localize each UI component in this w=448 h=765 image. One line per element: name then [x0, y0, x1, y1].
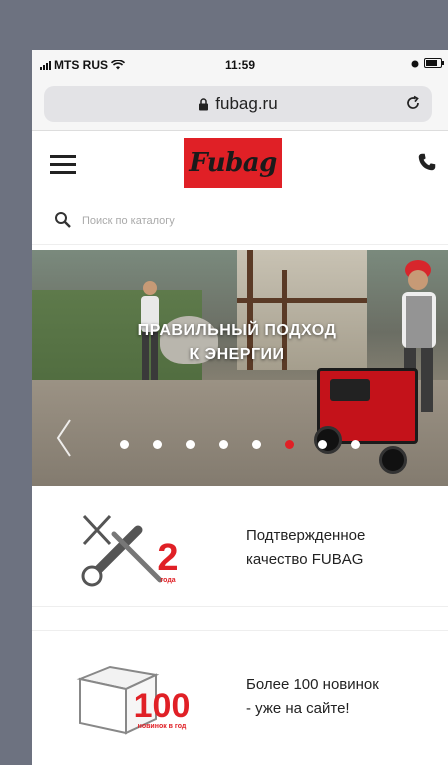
fubag-logo[interactable]: Fubag	[184, 138, 282, 188]
carousel-dot[interactable]	[351, 440, 360, 449]
carousel-dot[interactable]	[252, 440, 261, 449]
lock-rotation-icon	[411, 60, 419, 67]
carousel-dot[interactable]	[120, 440, 129, 449]
carousel-dot[interactable]	[153, 440, 162, 449]
banner-title-line2: К ЭНЕРГИИ	[189, 346, 285, 363]
badge-caption: новинок в год	[138, 723, 187, 730]
carousel-dot[interactable]	[186, 440, 195, 449]
feature-text-line1: Подтвержденное	[246, 527, 366, 544]
search-icon	[55, 212, 71, 228]
feature-new-products[interactable]: 100 новинок в год Более 100 новинок - уж…	[32, 630, 448, 751]
phone-icon[interactable]	[416, 151, 438, 173]
url-domain: fubag.ru	[215, 94, 278, 113]
catalog-search	[32, 198, 448, 245]
feature-text-line1: Более 100 новинок	[246, 676, 379, 693]
lock-icon	[199, 97, 209, 110]
generator-wheel	[379, 446, 407, 474]
browser-url-area: fubag.ru	[32, 78, 448, 131]
carousel-dots	[120, 440, 360, 449]
status-time: 11:59	[224, 58, 256, 72]
banner-title-line1: ПРАВИЛЬНЫЙ ПОДХОД	[137, 322, 337, 339]
feature-quality[interactable]: 2 года Подтвержденное качество FUBAG	[32, 486, 448, 607]
chevron-left-icon[interactable]	[54, 418, 74, 458]
site-header: Fubag	[32, 131, 448, 195]
status-bar: MTS RUS 11:59	[32, 50, 448, 78]
box-new-products-icon: 100 новинок в год	[76, 665, 191, 735]
badge-number: 2	[157, 537, 178, 579]
tools-warranty-icon: 2 года	[81, 514, 179, 587]
phone-screen: MTS RUS 11:59 fubag.ru Fubag Поиск по ка…	[32, 50, 448, 765]
feature-text-line2: качество FUBAG	[246, 551, 364, 568]
carousel-dot[interactable]	[318, 440, 327, 449]
battery-group	[411, 58, 444, 68]
banner-scene-beam	[237, 298, 367, 303]
battery-icon	[424, 58, 444, 68]
badge-caption: года	[160, 577, 175, 584]
menu-icon[interactable]	[50, 155, 76, 179]
search-input[interactable]	[80, 208, 414, 234]
reload-icon[interactable]	[404, 94, 422, 112]
carousel-dot[interactable]	[219, 440, 228, 449]
carousel-dot[interactable]	[285, 440, 294, 449]
promo-banner[interactable]: ПРАВИЛЬНЫЙ ПОДХОД К ЭНЕРГИИ	[32, 250, 448, 486]
badge-number: 100	[134, 687, 191, 725]
url-bar[interactable]: fubag.ru	[44, 86, 432, 122]
feature-text-line2: - уже на сайте!	[246, 700, 350, 717]
